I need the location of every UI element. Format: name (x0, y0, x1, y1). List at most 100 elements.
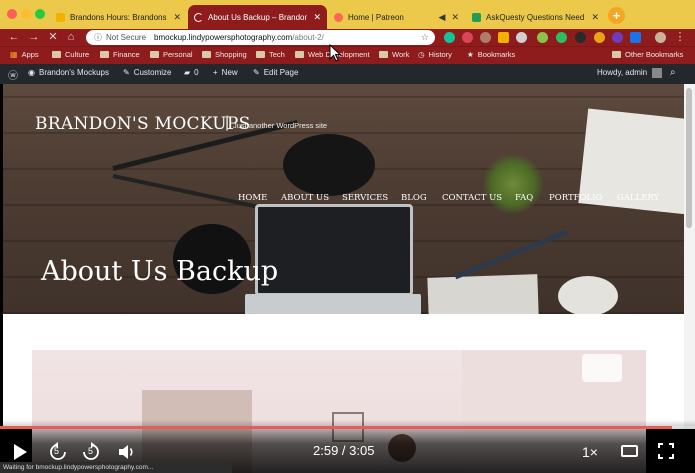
folder-icon (612, 51, 621, 58)
home-icon[interactable]: ⌂ (63, 30, 79, 45)
lock-extension-icon[interactable] (498, 32, 509, 43)
hero-pen (454, 229, 568, 280)
url-path: /about-2/ (292, 33, 324, 42)
extension-icon[interactable] (612, 32, 623, 43)
bookmark-other[interactable]: Other Bookmarks (612, 50, 683, 59)
theater-mode-icon[interactable] (621, 445, 638, 457)
bookmark-folder[interactable]: Shopping (202, 50, 247, 59)
security-label: Not Secure (106, 33, 147, 42)
bookmark-item[interactable]: ★ Bookmarks (467, 50, 515, 59)
folder-icon (150, 51, 159, 58)
audio-icon[interactable]: ◀ (439, 12, 446, 23)
bookmarks-bar: ▦ Apps Culture Finance Personal Shopping … (0, 46, 695, 64)
nav-faq[interactable]: FAQ (515, 193, 533, 203)
back-arrow-icon[interactable]: ← (6, 30, 22, 45)
nav-gallery[interactable]: GALLERY (617, 193, 659, 203)
pocket-icon[interactable] (462, 32, 473, 43)
hero-keyboard (245, 294, 421, 314)
wordpress-logo-icon[interactable]: ⓦ (8, 67, 18, 82)
browser-tab[interactable]: Brandons Hours: Brandons Ho ✕ (50, 5, 187, 29)
nav-contact-us[interactable]: CONTACT US (442, 193, 502, 203)
browser-tab[interactable]: Home | Patreon ◀ ✕ (328, 5, 465, 29)
tab-title: Home | Patreon (348, 12, 404, 22)
admin-edit-page[interactable]: ✎ Edit Page (253, 68, 298, 77)
folder-icon (256, 51, 265, 58)
forward-arrow-icon[interactable]: → (26, 30, 42, 45)
scrollbar-thumb[interactable] (686, 88, 692, 228)
playback-speed-button[interactable]: 1× (582, 444, 598, 460)
nav-home[interactable]: HOME (238, 193, 267, 203)
hero-mug (558, 276, 618, 314)
close-tab-icon[interactable]: ✕ (451, 12, 459, 23)
browser-tab-strip: Brandons Hours: Brandons Ho ✕ About Us B… (0, 0, 695, 29)
video-progress-fill (0, 426, 673, 429)
extension-icon[interactable] (480, 32, 491, 43)
nav-services[interactable]: SERVICES (342, 193, 388, 203)
close-tab-icon[interactable]: ✕ (591, 12, 599, 23)
patreon-icon (334, 12, 343, 22)
play-icon[interactable] (14, 444, 27, 460)
admin-new[interactable]: + New (213, 68, 238, 77)
admin-customize[interactable]: ✎ Customize (123, 68, 172, 77)
maximize-window-button[interactable] (35, 9, 45, 19)
bookmark-folder[interactable]: Work (379, 50, 409, 59)
admin-howdy[interactable]: Howdy, admin (597, 68, 663, 78)
grammarly-icon[interactable] (444, 32, 455, 43)
fullscreen-icon[interactable] (658, 443, 674, 459)
browser-toolbar: ← → ✕ ⌂ ⓘ Not Secure bmockup.lindypowersph… (0, 29, 695, 46)
avatar (652, 68, 663, 78)
extension-icon[interactable] (516, 32, 527, 43)
close-window-button[interactable] (7, 9, 17, 19)
bookmark-folder[interactable]: ◷ History (418, 50, 452, 59)
bookmark-folder[interactable]: Finance (100, 50, 140, 59)
new-tab-button[interactable]: + (608, 7, 625, 24)
site-tagline: Just another WordPress site (233, 121, 328, 130)
close-tab-icon[interactable]: ✕ (313, 12, 321, 23)
video-time: 2:59 / 3:05 (313, 443, 375, 458)
info-icon[interactable]: ⓘ (94, 33, 102, 42)
mouse-cursor-icon (329, 43, 342, 62)
hero-lamp (283, 134, 375, 196)
comment-bubble-icon: ▰ (184, 68, 191, 77)
nav-portfolio[interactable]: PORTFOLIO (549, 193, 602, 203)
address-bar[interactable]: ⓘ Not Secure bmockup.lindypowersphotograph… (86, 30, 435, 45)
hero-paper (427, 274, 539, 314)
photo-light (582, 354, 622, 382)
extension-icon[interactable] (594, 32, 605, 43)
bookmark-folder[interactable]: Personal (150, 50, 193, 59)
bookmark-star-icon[interactable]: ☆ (421, 30, 429, 45)
browser-tab-active[interactable]: About Us Backup – Brandon's ✕ (188, 5, 327, 29)
site-title[interactable]: BRANDON'S MOCKUPS (35, 114, 251, 134)
nav-blog[interactable]: BLOG (401, 193, 427, 203)
bookmark-apps[interactable]: ▦ Apps (10, 50, 39, 59)
plus-icon: + (213, 68, 218, 77)
folder-icon (202, 51, 211, 58)
nav-about-us[interactable]: ABOUT US (281, 193, 329, 203)
search-icon[interactable]: ⌕ (670, 67, 676, 78)
profile-avatar-icon[interactable] (655, 32, 666, 43)
clock-icon: ◷ (418, 50, 425, 59)
evernote-icon[interactable] (556, 32, 567, 43)
star-icon: ★ (467, 50, 474, 59)
extension-icon[interactable] (575, 32, 586, 43)
admin-comments[interactable]: ▰ 0 (184, 68, 199, 77)
title-separator: | (225, 114, 230, 131)
stop-loading-icon[interactable]: ✕ (45, 30, 61, 45)
extension-icon[interactable] (630, 32, 641, 43)
tab-title: About Us Backup – Brandon's (208, 12, 308, 22)
bookmark-folder[interactable]: Tech (256, 50, 285, 59)
minimize-window-button[interactable] (21, 9, 31, 19)
bookmark-folder[interactable]: Culture (52, 50, 89, 59)
menu-dots-icon[interactable]: ⋮ (672, 30, 688, 45)
tab-title: Brandons Hours: Brandons Ho (70, 12, 167, 22)
browser-tab[interactable]: AskQuesty Questions Need An ✕ (466, 5, 605, 29)
hero-header: BRANDON'S MOCKUPS | Just another WordPre… (3, 84, 684, 314)
hero-laptop (255, 204, 413, 296)
pencil-icon: ✎ (253, 68, 260, 77)
folder-icon (379, 51, 388, 58)
volume-icon[interactable] (117, 443, 137, 461)
close-tab-icon[interactable]: ✕ (173, 12, 181, 23)
skip-back-seconds: 5 (54, 446, 60, 456)
extension-icon[interactable] (537, 32, 548, 43)
admin-site-name[interactable]: ◉ Brandon's Mockups (28, 68, 109, 77)
